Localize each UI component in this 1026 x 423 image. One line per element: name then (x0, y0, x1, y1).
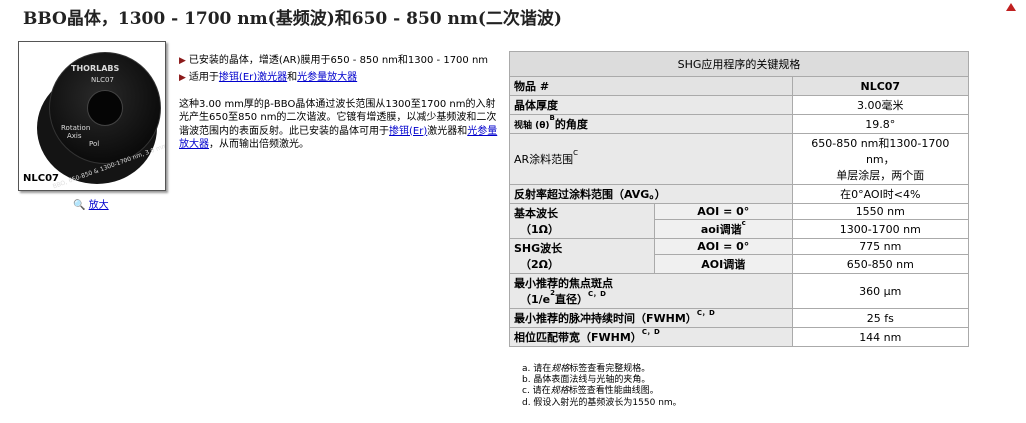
table-row: SHG波长 （2Ω） AOI = 0° 775 nm (509, 238, 970, 274)
table-header-row: 物品 # NLC07 (509, 76, 970, 96)
table-row: 最小推荐的焦点斑点 （1/e2直径）C，D 360 μm (509, 273, 970, 309)
crystal-aperture (87, 90, 123, 126)
product-image[interactable]: THORLABS NLC07 Rotation Axis Pol BBO, 65… (18, 41, 166, 191)
image-caption: NLC07 (23, 173, 59, 184)
magnifier-icon: 🔍 (73, 200, 86, 211)
triangle-bullet-icon: ▶ (179, 73, 186, 83)
opa-link[interactable]: 光参量放大器 (297, 72, 357, 83)
footnote: d. 假设入射光的基频波长为1550 nm。 (522, 397, 682, 408)
axis-label: Axis (67, 132, 82, 140)
zoom-label[interactable]: 放大 (89, 200, 109, 211)
table-row: 视轴 (θ)B的角度 19.8° (509, 114, 970, 134)
er-laser-link[interactable]: 掺铒(Er)激光器 (219, 72, 287, 83)
spec-table-title: SHG应用程序的关键规格 (509, 51, 969, 77)
pol-label: Pol (89, 140, 100, 148)
image-model-label: NLC07 (91, 76, 114, 84)
table-row: 反射率超过涂料范围（AVG。） 在0°AOI时<4% (509, 184, 970, 204)
table-row: 相位匹配带宽（FWHM）C，D 144 nm (509, 327, 970, 347)
table-row: AR涂料范围C 650-850 nm和1300-1700 nm， 单层涂层，两个面 (509, 133, 970, 185)
footnote: b. 晶体表面法线与光轴的夹角。 (522, 375, 651, 386)
brand-logo: THORLABS (71, 64, 120, 73)
table-row: 晶体厚度 3.00毫米 (509, 95, 970, 115)
footnote: a. 请在规格标签查看完整规格。 (522, 364, 651, 374)
bullet-item: ▶ 适用于掺铒(Er)激光器和光参量放大器 (179, 72, 358, 83)
spec-table: SHG应用程序的关键规格 物品 # NLC07 晶体厚度 3.00毫米 视轴 (… (509, 51, 970, 347)
page-title: BBO晶体，1300 - 1700 nm(基频波)和650 - 850 nm(二… (23, 9, 562, 29)
footnotes: a. 请在规格标签查看完整规格。 b. 晶体表面法线与光轴的夹角。 c. 请在规… (522, 364, 682, 409)
table-row: 基本波长 （1Ω） AOI = 0° 1550 nm (509, 203, 970, 239)
table-row: 最小推荐的脉冲持续时间（FWHM）C，D 25 fs (509, 308, 970, 328)
bullet-item: ▶ 已安装的晶体，增透(AR)膜用于650 - 850 nm和1300 - 170… (179, 55, 489, 66)
rotation-label: Rotation (61, 124, 91, 132)
back-to-top-icon[interactable] (1006, 3, 1016, 11)
er-link[interactable]: 掺铒(Er) (389, 126, 427, 137)
footnote: c. 请在规格标签查看性能曲线图。 (522, 386, 659, 397)
zoom-link[interactable]: 🔍 放大 (73, 196, 109, 211)
triangle-bullet-icon: ▶ (179, 56, 186, 66)
product-description: 这种3.00 mm厚的β-BBO晶体通过波长范围从1300至1700 nm的入射… (179, 99, 498, 150)
